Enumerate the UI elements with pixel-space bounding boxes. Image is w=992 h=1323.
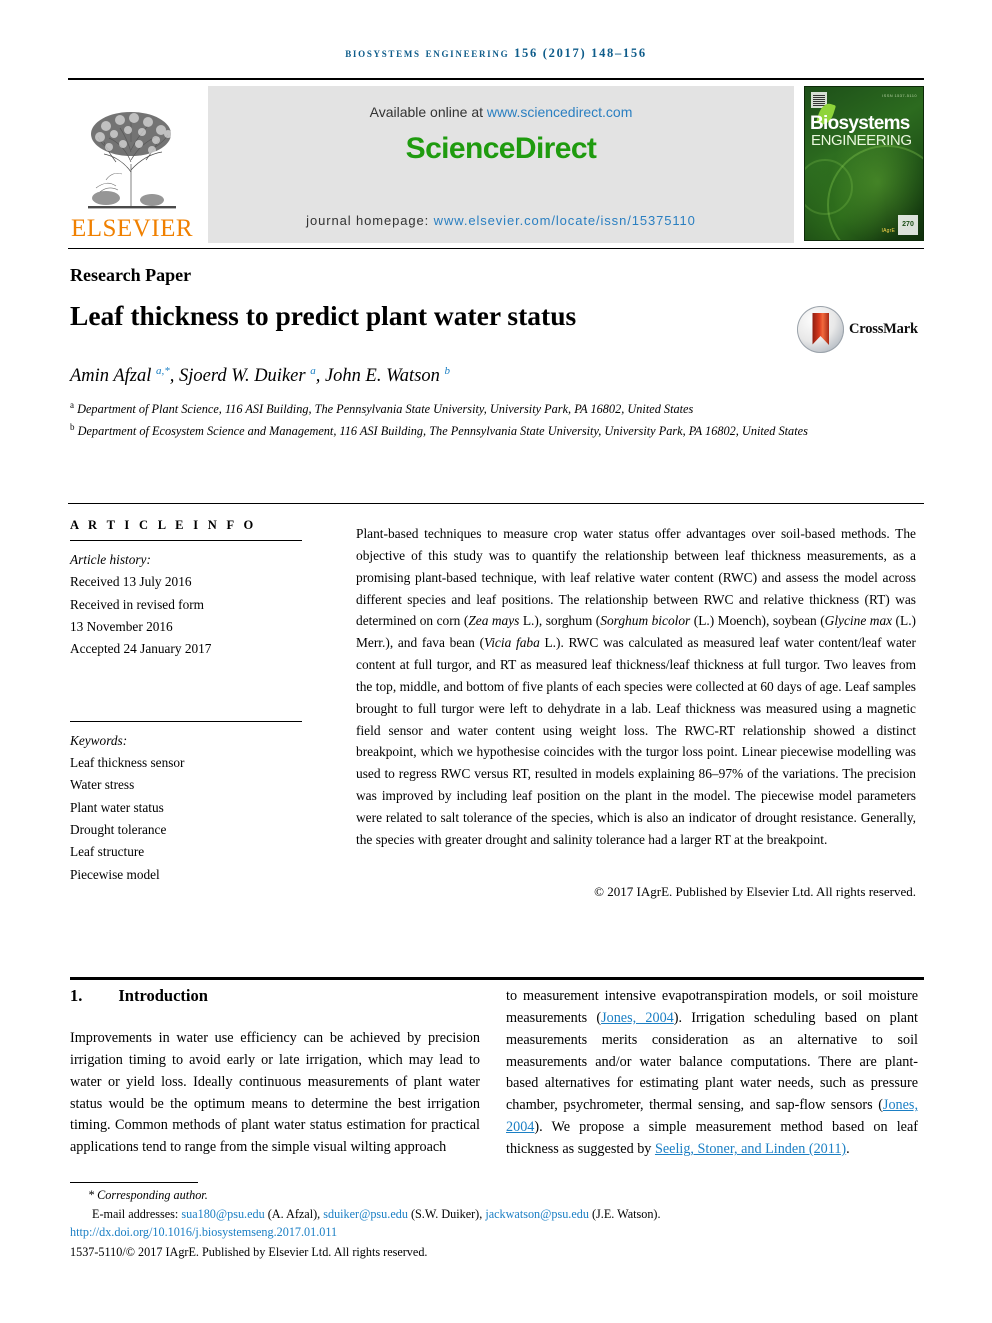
keyword-item: Leaf thickness sensor — [70, 754, 185, 770]
email-label: E-mail addresses: — [92, 1206, 182, 1221]
email-link-duiker[interactable]: sduiker@psu.edu — [323, 1207, 408, 1221]
journal-homepage-line: journal homepage: www.elsevier.com/locat… — [208, 213, 794, 228]
masthead-bottom-rule — [68, 248, 924, 249]
history-item: Received in revised form — [70, 596, 205, 612]
keyword-item: Piecewise model — [70, 866, 160, 882]
history-item: Received 13 July 2016 — [70, 574, 192, 590]
cover-volume-badge: 270 — [898, 215, 918, 235]
citation-jones-2004-a[interactable]: Jones, 2004 — [601, 1010, 674, 1026]
body-column-left: 1. Introduction Improvements in water us… — [70, 986, 480, 1159]
abstract-top-rule — [68, 503, 924, 504]
footer-rule — [70, 1182, 198, 1183]
available-online-label: Available online at — [369, 104, 487, 120]
crossmark-icon — [797, 306, 844, 353]
sciencedirect-link[interactable]: www.sciencedirect.com — [487, 104, 633, 120]
doi-anchor[interactable]: http://dx.doi.org/10.1016/j.biosystemsen… — [70, 1225, 337, 1239]
keywords-label: Keywords: — [70, 732, 128, 748]
keyword-item: Leaf structure — [70, 844, 145, 860]
issn-copyright-line: 1537-5110/© 2017 IAgrE. Published by Els… — [70, 1244, 428, 1259]
crossmark-label: CrossMark — [849, 321, 918, 337]
paper-type-label: Research Paper — [70, 265, 192, 285]
abstract-text: Plant-based techniques to measure crop w… — [356, 526, 917, 847]
keyword-item: Water stress — [70, 777, 135, 793]
running-head-text: Biosystems Engineering 156 (2017) 148–15… — [345, 46, 647, 60]
keywords-block: Keywords: Leaf thickness sensor Water st… — [70, 722, 302, 886]
cover-issn-text: ISSN 1537-5110 — [882, 93, 917, 98]
email-owner-duiker: (S.W. Duiker), — [407, 1206, 486, 1221]
abstract-copyright: © 2017 IAgrE. Published by Elsevier Ltd.… — [594, 884, 916, 899]
elsevier-logo: ELSEVIER — [68, 86, 196, 243]
sciencedirect-banner: Available online at www.sciencedirect.co… — [208, 86, 794, 243]
doi-link[interactable]: http://dx.doi.org/10.1016/j.biosystemsen… — [70, 1223, 930, 1242]
journal-article-page: Biosystems Engineering 156 (2017) 148–15… — [0, 0, 992, 1323]
section-number: 1. — [70, 986, 83, 1005]
running-head: Biosystems Engineering 156 (2017) 148–15… — [0, 46, 992, 61]
author-list: Amin Afzal a,*, Sjoerd W. Duiker a, John… — [70, 365, 810, 387]
intro-text-part-4: . — [846, 1141, 850, 1158]
body-column-right: to measurement intensive evapotranspirat… — [506, 986, 918, 1161]
section-title: Introduction — [118, 986, 208, 1005]
intro-paragraph-left: Improvements in water use efficiency can… — [70, 1030, 480, 1156]
cover-title-line2: ENGINEERING — [811, 132, 912, 149]
elsevier-wordmark: ELSEVIER — [70, 215, 194, 242]
history-item: 13 November 2016 — [70, 618, 173, 634]
crossmark-badge[interactable]: CrossMark — [797, 306, 918, 353]
affiliations: a Department of Plant Science, 116 ASI B… — [70, 398, 860, 442]
available-online-line: Available online at www.sciencedirect.co… — [208, 104, 794, 120]
authors-text: Amin Afzal a,*, Sjoerd W. Duiker a, John… — [70, 365, 451, 387]
email-link-watson[interactable]: jackwatson@psu.edu — [485, 1207, 589, 1221]
page-title: Leaf thickness to predict plant water st… — [70, 300, 577, 331]
affiliation-b: b Department of Ecosystem Science and Ma… — [70, 422, 808, 439]
keyword-item: Plant water status — [70, 799, 164, 815]
elsevier-tree-icon — [76, 104, 188, 214]
journal-cover-thumbnail[interactable]: ISSN 1537-5110 Biosystems ENGINEERING IA… — [804, 86, 924, 241]
article-history: Article history: Received 13 July 2016 R… — [70, 541, 302, 661]
email-addresses-line: E-mail addresses: sua180@psu.edu (A. Afz… — [70, 1205, 930, 1224]
cover-iagre-badge: IAgrE — [881, 228, 895, 234]
email-owner-watson: (J.E. Watson). — [588, 1206, 661, 1221]
section-heading-introduction: 1. Introduction — [70, 986, 480, 1006]
intro-paragraph-right: to measurement intensive evapotranspirat… — [506, 986, 918, 1161]
body-top-rule — [70, 977, 924, 980]
sciencedirect-logo: ScienceDirect — [405, 132, 597, 165]
article-info-block: A R T I C L E I N F O Article history: R… — [70, 518, 302, 886]
masthead: ELSEVIER Available online at www.science… — [68, 78, 924, 243]
email-link-afzal[interactable]: sua180@psu.edu — [181, 1207, 264, 1221]
keyword-item: Drought tolerance — [70, 821, 167, 837]
corresponding-author-note: * Corresponding author. — [88, 1188, 208, 1202]
email-owner-afzal: (A. Afzal), — [264, 1206, 324, 1221]
affiliation-a: a Department of Plant Science, 116 ASI B… — [70, 400, 694, 417]
journal-homepage-link[interactable]: www.elsevier.com/locate/issn/15375110 — [434, 213, 696, 228]
journal-homepage-label: journal homepage: — [306, 213, 434, 228]
history-item: Accepted 24 January 2017 — [70, 641, 212, 657]
citation-seelig-2011[interactable]: Seelig, Stoner, and Linden (2011) — [655, 1141, 846, 1157]
article-info-heading: A R T I C L E I N F O — [70, 518, 257, 532]
footer-block: * Corresponding author. E-mail addresses… — [70, 1186, 930, 1261]
article-history-label: Article history: — [70, 552, 151, 567]
